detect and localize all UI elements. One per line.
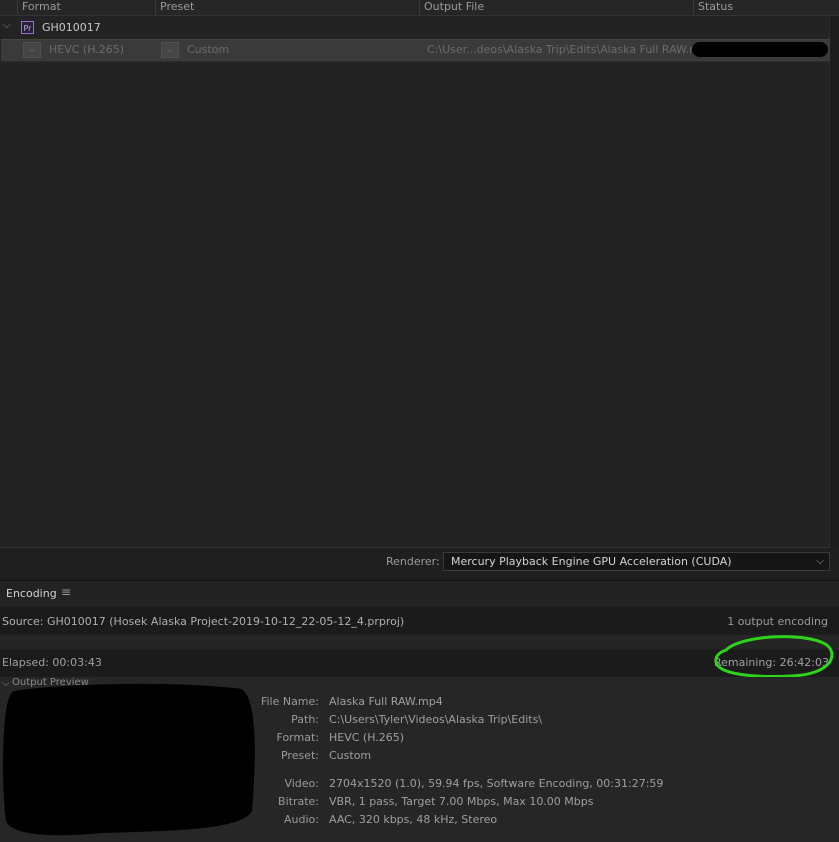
source-row: Source: GH010017 (Hosek Alaska Project-2… [0, 610, 839, 634]
queue-group-row[interactable]: ⌵ Pr GH010017 [0, 17, 829, 39]
detail-label-video: Video: [284, 777, 319, 790]
detail-label-audio: Audio: [284, 813, 319, 826]
detail-value-format: HEVC (H.265) [329, 731, 405, 744]
detail-label-bitrate: Bitrate: [278, 795, 319, 808]
format-dropdown-icon[interactable]: ⌵ [23, 42, 41, 58]
preset-dropdown-icon[interactable]: ⌵ [161, 42, 179, 58]
detail-value-path: C:\Users\Tyler\Videos\Alaska Trip\Edits\ [329, 713, 543, 726]
annotation-circle [714, 635, 834, 678]
item-preset[interactable]: Custom [187, 43, 229, 56]
renderer-select[interactable]: Mercury Playback Engine GPU Acceleration… [443, 552, 830, 571]
chevron-down-icon[interactable]: ⌵ [3, 20, 11, 31]
item-status-progress [692, 42, 828, 57]
detail-label-path: Path: [291, 713, 319, 726]
item-format[interactable]: HEVC (H.265) [49, 43, 124, 56]
source-text: Source: GH010017 (Hosek Alaska Project-2… [2, 615, 405, 628]
output-count: 1 output encoding [727, 615, 828, 628]
column-preset[interactable]: Preset [155, 0, 422, 15]
premiere-project-icon: Pr [21, 21, 34, 34]
queue-column-header: Format Preset Output File Status [0, 0, 839, 16]
encoding-panel-header: Encoding ≡ [0, 580, 839, 607]
encoding-panel-title[interactable]: Encoding [6, 587, 57, 600]
detail-value-file-name: Alaska Full RAW.mp4 [329, 695, 443, 708]
detail-value-audio: AAC, 320 kbps, 48 kHz, Stereo [329, 813, 498, 826]
column-output-file[interactable]: Output File [419, 0, 698, 15]
item-output-file[interactable]: C:\User...deos\Alaska Trip\Edits\Alaska … [427, 43, 714, 56]
renderer-value: Mercury Playback Engine GPU Acceleration… [451, 555, 732, 568]
detail-label-preset: Preset: [280, 749, 319, 762]
detail-label-format: Format: [276, 731, 319, 744]
hamburger-menu-icon[interactable]: ≡ [61, 585, 71, 599]
detail-value-preset: Custom [329, 749, 372, 762]
output-preview-section: ⌵ Output Preview File Name: Alaska Full … [0, 677, 839, 842]
detail-label-file-name: File Name: [260, 695, 319, 708]
queue-list [0, 16, 830, 548]
detail-value-bitrate: VBR, 1 pass, Target 7.00 Mbps, Max 10.00… [329, 795, 594, 808]
renderer-label: Renderer: [386, 555, 440, 568]
column-format[interactable]: Format [17, 0, 159, 15]
chevron-down-icon: ⌵ [816, 556, 824, 567]
elapsed-time: Elapsed: 00:03:43 [2, 656, 102, 669]
detail-value-video: 2704x1520 (1.0), 59.94 fps, Software Enc… [329, 777, 664, 790]
group-name: GH010017 [42, 21, 101, 34]
column-status[interactable]: Status [693, 0, 839, 15]
